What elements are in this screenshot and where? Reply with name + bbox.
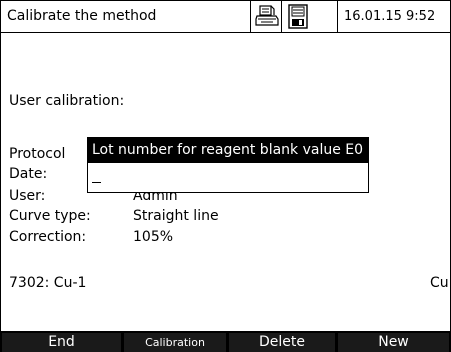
softkey-bar: End Calibration Delete New (0, 331, 451, 352)
text-cursor (92, 182, 101, 183)
curve-type-value: Straight line (133, 208, 219, 224)
end-button[interactable]: End (2, 333, 121, 352)
method-name: 7302: Cu-1 (9, 275, 87, 291)
dialog-title-bar: Lot number for reagent blank value E0 (88, 138, 368, 163)
new-button[interactable]: New (338, 333, 449, 352)
title-divider (281, 1, 282, 32)
method-suffix: Cu (430, 275, 449, 291)
title-divider (337, 1, 338, 32)
lot-number-input[interactable] (88, 163, 368, 192)
datetime-display: 16.01.15 9:52 (344, 9, 436, 24)
curve-type-label: Curve type: (9, 208, 91, 224)
dialog-title: Lot number for reagent blank value E0 (92, 142, 364, 158)
protocol-label: Protocol (9, 146, 66, 162)
date-label: Date: (9, 166, 48, 182)
title-divider (250, 1, 251, 32)
calibration-button[interactable]: Calibration (124, 333, 226, 352)
instrument-screen: Calibrate the method 16.01.15 9:52 User … (0, 0, 451, 352)
correction-value: 105% (133, 229, 174, 245)
title-bar: Calibrate the method 16.01.15 9:52 (1, 1, 450, 33)
delete-button[interactable]: Delete (229, 333, 335, 352)
window-title: Calibrate the method (7, 8, 157, 24)
save-icon[interactable] (285, 4, 311, 29)
printer-icon[interactable] (254, 4, 280, 29)
user-label: User: (9, 188, 46, 204)
section-title: User calibration: (9, 93, 125, 109)
correction-label: Correction: (9, 229, 87, 245)
lot-number-dialog: Lot number for reagent blank value E0 (87, 137, 369, 193)
